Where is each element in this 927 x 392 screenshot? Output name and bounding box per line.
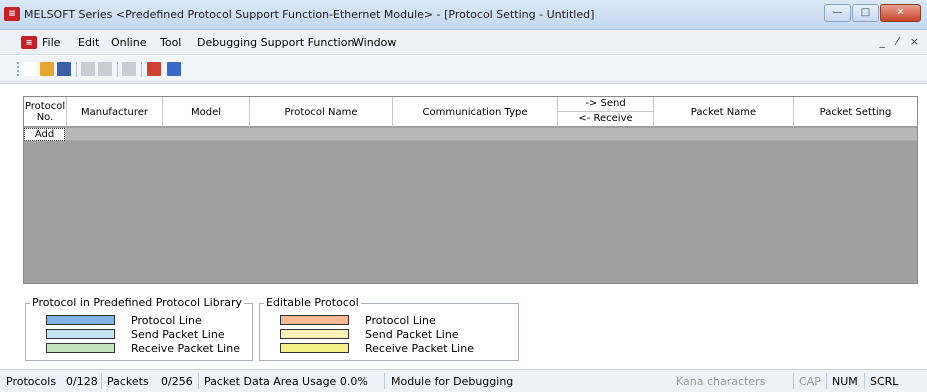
legend-library-protocol-line: Protocol Line bbox=[46, 313, 202, 327]
menu-tool[interactable]: Tool bbox=[160, 36, 181, 49]
open-folder-icon[interactable] bbox=[40, 62, 54, 76]
add-row[interactable] bbox=[65, 128, 917, 141]
status-separator bbox=[198, 373, 199, 389]
legend-predefined-library: Protocol in Predefined Protocol Library … bbox=[25, 296, 253, 361]
save-icon[interactable] bbox=[57, 62, 71, 76]
legend-editable-protocol: Editable Protocol Protocol Line Send Pac… bbox=[259, 296, 519, 361]
menu-bar: ≡ File Edit Online Tool Debugging Suppor… bbox=[0, 31, 927, 55]
status-separator bbox=[826, 373, 827, 389]
col-send-receive[interactable]: -> Send <- Receive bbox=[558, 97, 654, 127]
menu-online[interactable]: Online bbox=[111, 36, 146, 49]
col-send: -> Send bbox=[558, 97, 653, 112]
minimize-button[interactable]: — bbox=[824, 4, 851, 22]
col-manufacturer[interactable]: Manufacturer bbox=[67, 97, 163, 127]
legend-editable-send-packet-line: Send Packet Line bbox=[280, 327, 459, 341]
swatch-editable-protocol-line bbox=[280, 315, 349, 325]
menu-window[interactable]: Window bbox=[353, 36, 396, 49]
menu-edit[interactable]: Edit bbox=[78, 36, 99, 49]
toolbar-separator bbox=[117, 62, 118, 77]
legend-label: Receive Packet Line bbox=[365, 341, 474, 355]
status-scrl: SCRL bbox=[870, 375, 899, 388]
status-module-for-debugging: Module for Debugging bbox=[391, 375, 514, 388]
status-separator bbox=[384, 373, 385, 389]
legend-label: Send Packet Line bbox=[365, 327, 459, 341]
mdi-window-controls[interactable]: _ ⁄ × bbox=[879, 35, 923, 48]
status-separator bbox=[864, 373, 865, 389]
legend-label: Send Packet Line bbox=[131, 327, 225, 341]
legend-library-send-packet-line: Send Packet Line bbox=[46, 327, 225, 341]
legend-library-title: Protocol in Predefined Protocol Library bbox=[30, 296, 245, 309]
status-num: NUM bbox=[832, 375, 858, 388]
status-protocols-label: Protocols bbox=[6, 375, 57, 388]
swatch-editable-receive-packet-line bbox=[280, 343, 349, 353]
title-bar: ≡ MELSOFT Series <Predefined Protocol Su… bbox=[0, 0, 927, 30]
swatch-library-send-packet-line bbox=[46, 329, 115, 339]
new-file-icon[interactable] bbox=[23, 62, 37, 76]
toolbar-separator bbox=[141, 62, 142, 77]
add-protocol-cell[interactable]: Add bbox=[24, 128, 65, 141]
col-model[interactable]: Model bbox=[163, 97, 250, 127]
legend-label: Protocol Line bbox=[131, 313, 202, 327]
protocol-grid: Protocol No. Manufacturer Model Protocol… bbox=[23, 96, 918, 284]
col-protocol-name[interactable]: Protocol Name bbox=[250, 97, 393, 127]
status-cap: CAP bbox=[799, 375, 821, 388]
status-separator bbox=[101, 373, 102, 389]
status-bar: Protocols 0/128 Packets 0/256 Packet Dat… bbox=[0, 369, 927, 392]
window-title: MELSOFT Series <Predefined Protocol Supp… bbox=[24, 8, 595, 21]
copy-icon[interactable] bbox=[81, 62, 95, 76]
paste-icon[interactable] bbox=[98, 62, 112, 76]
document-menu-icon[interactable]: ≡ bbox=[21, 36, 37, 49]
swatch-editable-send-packet-line bbox=[280, 329, 349, 339]
status-packets-label: Packets bbox=[107, 375, 149, 388]
col-communication-type[interactable]: Communication Type bbox=[393, 97, 558, 127]
window-controls: — □ ✕ bbox=[823, 4, 921, 22]
read-from-module-icon[interactable] bbox=[147, 62, 161, 76]
close-button[interactable]: ✕ bbox=[880, 4, 921, 22]
grid-header: Protocol No. Manufacturer Model Protocol… bbox=[24, 97, 917, 127]
status-kana-characters: Kana characters bbox=[676, 375, 766, 388]
menu-file[interactable]: File bbox=[42, 36, 60, 49]
protocol-setting-workspace: Protocol No. Manufacturer Model Protocol… bbox=[0, 83, 927, 368]
legend-editable-protocol-line: Protocol Line bbox=[280, 313, 436, 327]
legend-label: Protocol Line bbox=[365, 313, 436, 327]
maximize-button[interactable]: □ bbox=[852, 4, 879, 22]
swatch-library-protocol-line bbox=[46, 315, 115, 325]
legend-label: Receive Packet Line bbox=[131, 341, 240, 355]
col-protocol-no[interactable]: Protocol No. bbox=[24, 97, 67, 127]
properties-icon[interactable] bbox=[122, 62, 136, 76]
col-receive: <- Receive bbox=[578, 113, 633, 124]
toolbar-grip[interactable] bbox=[17, 62, 19, 76]
toolbar bbox=[0, 56, 927, 82]
write-to-module-icon[interactable] bbox=[167, 62, 181, 76]
legend-editable-receive-packet-line: Receive Packet Line bbox=[280, 341, 474, 355]
legend-editable-title: Editable Protocol bbox=[264, 296, 361, 309]
legend-library-receive-packet-line: Receive Packet Line bbox=[46, 341, 240, 355]
status-packet-data-area: Packet Data Area Usage 0.0% bbox=[204, 375, 368, 388]
status-protocols-value: 0/128 bbox=[66, 375, 98, 388]
toolbar-separator bbox=[76, 62, 77, 77]
status-separator bbox=[793, 373, 794, 389]
swatch-library-receive-packet-line bbox=[46, 343, 115, 353]
col-packet-name[interactable]: Packet Name bbox=[654, 97, 794, 127]
status-packets-value: 0/256 bbox=[161, 375, 193, 388]
menu-debugging-support-function[interactable]: Debugging Support Function bbox=[197, 36, 354, 49]
col-packet-setting[interactable]: Packet Setting bbox=[794, 97, 917, 127]
melsoft-app-icon: ≡ bbox=[4, 7, 20, 21]
